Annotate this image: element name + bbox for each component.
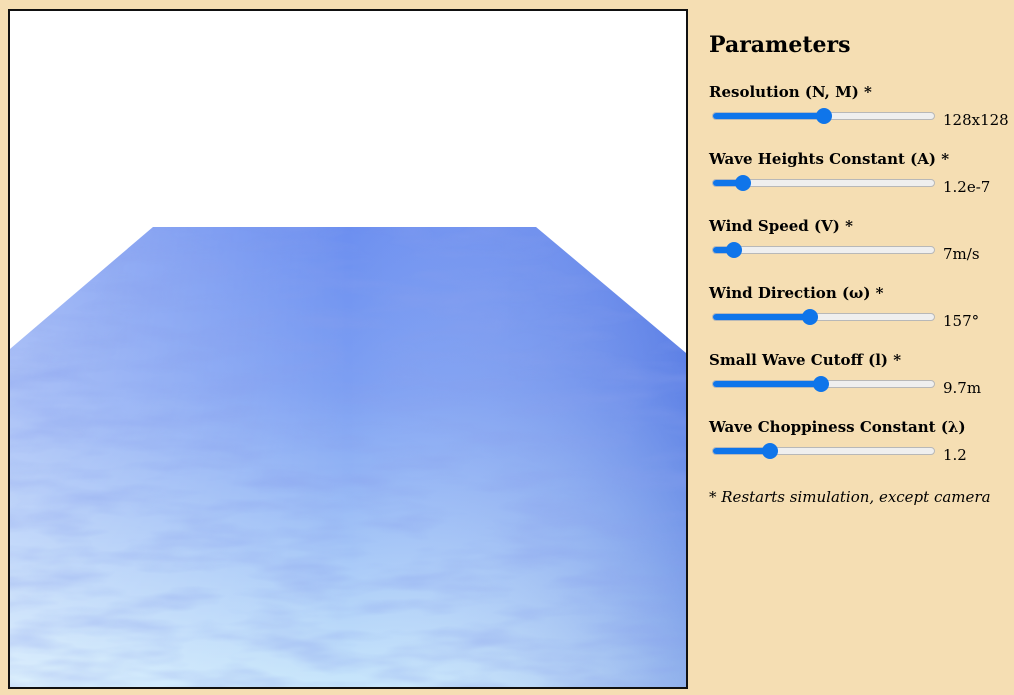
wind-direction-label: Wind Direction (ω) * <box>709 284 884 302</box>
ocean-canvas[interactable] <box>8 9 688 689</box>
wave-choppiness-constant-label: Wave Choppiness Constant (λ) <box>709 418 966 436</box>
wind-speed-value: 7m/s <box>943 245 980 263</box>
wave-heights-constant-slider[interactable]: 1.2e-7 <box>709 171 1009 196</box>
wave-heights-constant-label: Wave Heights Constant (A) * <box>709 150 950 168</box>
wave-heights-constant-value: 1.2e-7 <box>943 178 991 196</box>
wind-speed-slider-thumb[interactable] <box>726 242 743 258</box>
wave-choppiness-constant-slider-thumb[interactable] <box>761 443 778 459</box>
panel-title: Parameters <box>709 32 851 58</box>
resolution-slider[interactable]: 128x128 <box>709 104 1009 129</box>
small-wave-cutoff-slider[interactable]: 9.7m <box>709 372 1009 397</box>
param-small-wave-cutoff: Small Wave Cutoff (l) * 9.7m <box>709 351 1009 418</box>
resolution-label: Resolution (N, M) * <box>709 83 872 101</box>
small-wave-cutoff-slider-fill <box>713 381 823 387</box>
param-wave-choppiness-constant: Wave Choppiness Constant (λ) 1.2 <box>709 418 1009 485</box>
wind-speed-slider-track[interactable] <box>712 246 935 254</box>
restart-note: * Restarts simulation, except camera <box>709 488 991 506</box>
water-plane <box>10 227 686 687</box>
small-wave-cutoff-value: 9.7m <box>943 379 982 397</box>
small-wave-cutoff-slider-thumb[interactable] <box>813 376 830 392</box>
wind-direction-slider-track[interactable] <box>712 313 935 321</box>
ocean-render <box>10 11 686 687</box>
param-resolution: Resolution (N, M) * 128x128 <box>709 83 1009 150</box>
resolution-value: 128x128 <box>943 111 1009 129</box>
resolution-slider-thumb[interactable] <box>815 108 832 124</box>
wave-heights-constant-slider-thumb[interactable] <box>735 175 752 191</box>
wave-choppiness-constant-slider-track[interactable] <box>712 447 935 455</box>
param-wind-direction: Wind Direction (ω) * 157° <box>709 284 1009 351</box>
wind-direction-slider[interactable]: 157° <box>709 305 1009 330</box>
param-wave-heights-constant: Wave Heights Constant (A) * 1.2e-7 <box>709 150 1009 217</box>
parameters-panel: Parameters Resolution (N, M) * 128x128 Wav… <box>709 30 1009 506</box>
parameter-list: Resolution (N, M) * 128x128 Wave Heights C… <box>709 83 1009 485</box>
wave-choppiness-constant-slider[interactable]: 1.2 <box>709 439 1009 464</box>
wind-speed-slider[interactable]: 7m/s <box>709 238 1009 263</box>
wind-direction-slider-fill <box>713 314 812 320</box>
small-wave-cutoff-label: Small Wave Cutoff (l) * <box>709 351 902 369</box>
wind-direction-value: 157° <box>943 312 980 330</box>
resolution-slider-fill <box>713 113 825 119</box>
wave-choppiness-constant-value: 1.2 <box>943 446 967 464</box>
wind-direction-slider-thumb[interactable] <box>802 309 819 325</box>
param-wind-speed: Wind Speed (V) * 7m/s <box>709 217 1009 284</box>
wind-speed-label: Wind Speed (V) * <box>709 217 853 235</box>
